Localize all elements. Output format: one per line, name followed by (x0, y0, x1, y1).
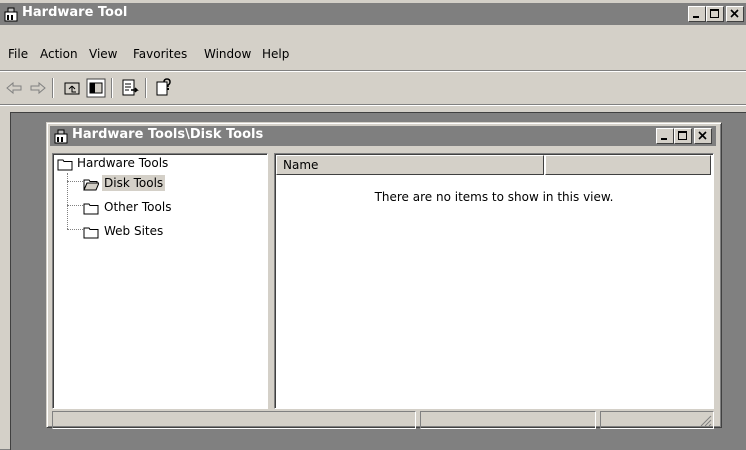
menu-separator (0, 70, 746, 72)
maximize-button[interactable] (706, 6, 724, 22)
minimize-icon (661, 138, 667, 140)
folder-icon (57, 159, 73, 171)
show-hide-tree-icon[interactable] (86, 78, 106, 98)
folder-icon (83, 227, 99, 239)
list-pane[interactable]: Name There are no items to show in this … (274, 153, 714, 409)
export-list-icon[interactable] (120, 78, 140, 98)
folder-icon (83, 203, 99, 215)
toolbar (0, 74, 746, 102)
resize-grip-icon[interactable] (700, 415, 712, 427)
hardware-tool-icon (4, 7, 18, 22)
column-header-blank[interactable] (545, 155, 711, 175)
menu-action[interactable]: Action (40, 47, 78, 61)
menu-file[interactable]: File (8, 47, 28, 61)
maximize-icon (710, 9, 719, 18)
tree-item-label: Hardware Tools (77, 156, 169, 170)
help-icon[interactable] (154, 78, 174, 98)
tree-pane[interactable]: Hardware Tools Disk Tools Other Tools We… (52, 153, 268, 409)
close-button[interactable] (726, 6, 744, 22)
title-bar[interactable]: Hardware Tool (0, 3, 746, 25)
up-one-level-icon[interactable] (62, 78, 82, 98)
child-minimize-button[interactable] (656, 128, 674, 144)
toolbar-separator (145, 78, 147, 98)
child-maximize-button[interactable] (674, 128, 692, 144)
window-controls (688, 6, 744, 22)
empty-list-message: There are no items to show in this view. (374, 190, 614, 204)
close-icon (730, 9, 739, 18)
close-icon (698, 131, 707, 140)
menu-window[interactable]: Window (204, 47, 251, 61)
tree-connector (67, 205, 83, 206)
child-close-button[interactable] (694, 128, 712, 144)
toolbar-separator (111, 78, 113, 98)
child-window-controls (656, 128, 712, 144)
window-title: Hardware Tool (22, 5, 128, 20)
column-header-name[interactable]: Name (276, 155, 544, 175)
tree-connector (67, 181, 83, 182)
tree-connector (67, 229, 83, 230)
app-window: Hardware Tool File Action View Favorites… (0, 0, 746, 450)
maximize-icon (678, 131, 687, 140)
hardware-tool-icon (54, 129, 68, 144)
child-window: Hardware Tools\Disk Tools Hardware Tools… (46, 122, 722, 429)
status-panel (600, 411, 714, 429)
menu-view[interactable]: View (89, 47, 117, 61)
status-panel (420, 411, 596, 429)
status-bar (52, 411, 714, 429)
tree-item-label-selected: Disk Tools (102, 175, 166, 191)
toolbar-separator (52, 78, 54, 98)
toolbar-bottom-separator (0, 104, 746, 106)
minimize-icon (693, 16, 699, 18)
back-icon[interactable] (4, 78, 24, 98)
status-panel (52, 411, 416, 429)
child-title-bar[interactable]: Hardware Tools\Disk Tools (50, 126, 716, 146)
menu-bar: File Action View Favorites Window Help (0, 42, 746, 64)
column-header-label: Name (283, 158, 319, 172)
tree-item-label: Other Tools (104, 200, 172, 214)
menu-favorites[interactable]: Favorites (133, 47, 187, 61)
child-window-title: Hardware Tools\Disk Tools (72, 127, 264, 142)
minimize-button[interactable] (688, 6, 706, 22)
menu-help[interactable]: Help (262, 47, 289, 61)
forward-icon[interactable] (28, 78, 48, 98)
tree-item-label: Web Sites (104, 224, 164, 238)
open-folder-icon (83, 179, 99, 191)
